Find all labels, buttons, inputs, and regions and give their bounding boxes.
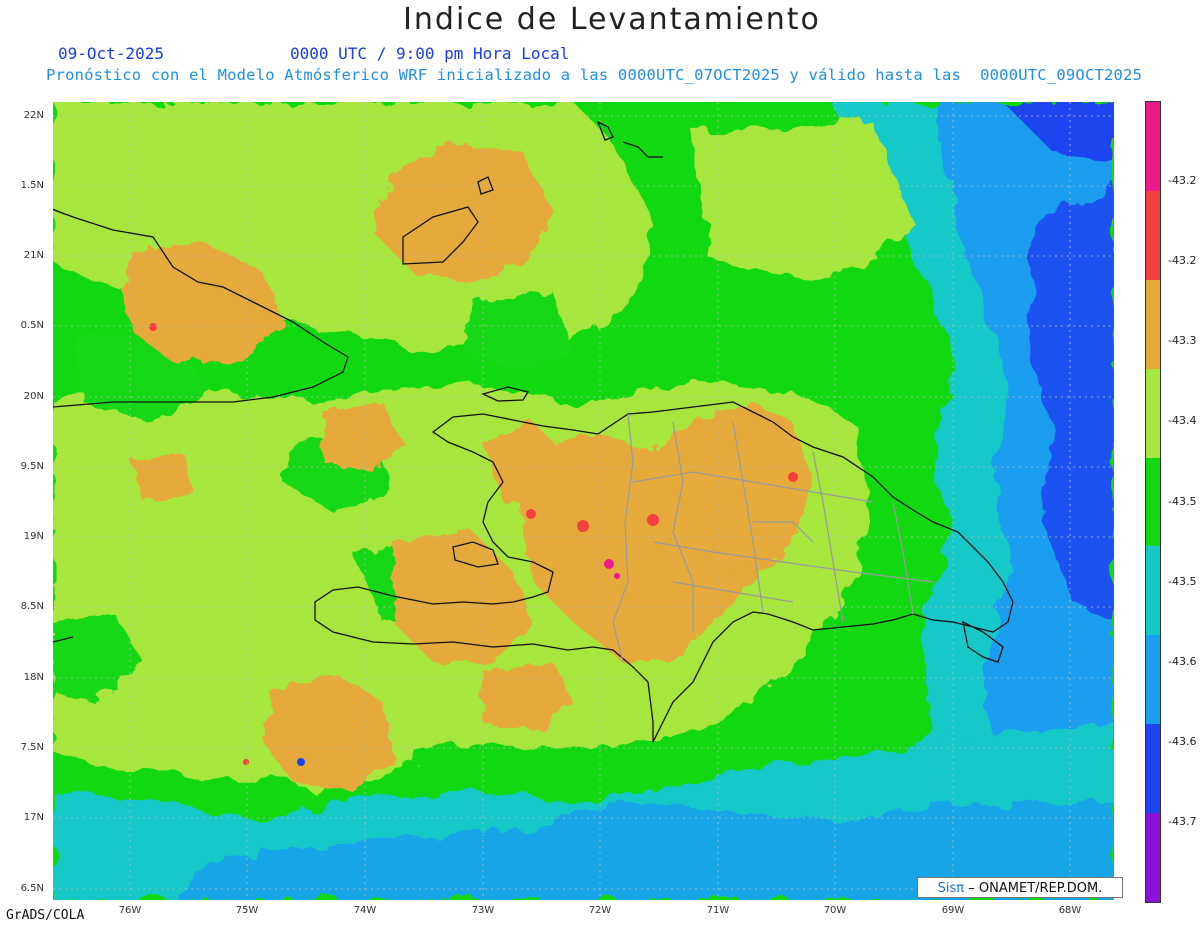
colorbar-label: -43.2 bbox=[1168, 254, 1197, 267]
lifted-index-field bbox=[53, 102, 1114, 900]
lon-label: 69W bbox=[941, 905, 965, 916]
lat-label: 21N bbox=[23, 250, 44, 261]
map-title: Indice de Levantamiento bbox=[403, 2, 821, 37]
colorbar-segment bbox=[1146, 102, 1160, 191]
colorbar-segment bbox=[1146, 457, 1160, 547]
colorbar-label: -43.7 bbox=[1168, 815, 1197, 828]
lon-label: 70W bbox=[823, 905, 847, 916]
footer-label: GrADS/COLA bbox=[6, 908, 85, 923]
colorbar-label: -43.6 bbox=[1168, 655, 1197, 668]
lon-label: 71W bbox=[706, 905, 730, 916]
lat-label: 1.5N bbox=[20, 180, 44, 191]
time-label: 0000 UTC / 9:00 pm Hora Local bbox=[290, 44, 570, 63]
lat-label: 8.5N bbox=[20, 601, 44, 612]
lat-label: 7.5N bbox=[20, 742, 44, 753]
lat-label: 20N bbox=[23, 391, 44, 402]
colorbar-segment bbox=[1146, 279, 1160, 369]
colorbar-segment bbox=[1146, 813, 1160, 902]
colorbar-segment bbox=[1146, 190, 1160, 280]
lat-label: 6.5N bbox=[20, 883, 44, 894]
colorbar-label: -43.2 bbox=[1168, 174, 1197, 187]
lat-label: 17N bbox=[23, 812, 44, 823]
lat-label: 18N bbox=[23, 672, 44, 683]
lon-label: 75W bbox=[235, 905, 259, 916]
colorbar-label: -43.3 bbox=[1168, 334, 1197, 347]
colorbar-label: -43.5 bbox=[1168, 495, 1197, 508]
lon-label: 72W bbox=[588, 905, 612, 916]
sispi-logo: Sisπ bbox=[937, 881, 965, 896]
lat-label: 22N bbox=[23, 110, 44, 121]
lon-label: 76W bbox=[118, 905, 142, 916]
colorbar-label: -43.4 bbox=[1168, 414, 1197, 427]
colorbar-label: -43.6 bbox=[1168, 735, 1197, 748]
lat-label: 19N bbox=[23, 531, 44, 542]
lon-label: 74W bbox=[353, 905, 377, 916]
credit-text: – ONAMET/REP.DOM. bbox=[968, 881, 1103, 896]
forecast-note: Pronóstico con el Modelo Atmósferico WRF… bbox=[46, 66, 1143, 84]
map-panel[interactable] bbox=[53, 102, 1114, 900]
colorbar bbox=[1145, 101, 1161, 903]
colorbar-segment bbox=[1146, 368, 1160, 458]
date-label: 09-Oct-2025 bbox=[58, 44, 164, 63]
lon-label: 73W bbox=[471, 905, 495, 916]
credit-box: Sisπ – ONAMET/REP.DOM. bbox=[917, 877, 1123, 898]
colorbar-segment bbox=[1146, 635, 1160, 725]
lon-label: 68W bbox=[1058, 905, 1082, 916]
lat-label: 0.5N bbox=[20, 320, 44, 331]
lat-label: 9.5N bbox=[20, 461, 44, 472]
colorbar-segment bbox=[1146, 724, 1160, 813]
colorbar-label: -43.5 bbox=[1168, 575, 1197, 588]
colorbar-segment bbox=[1146, 546, 1160, 636]
